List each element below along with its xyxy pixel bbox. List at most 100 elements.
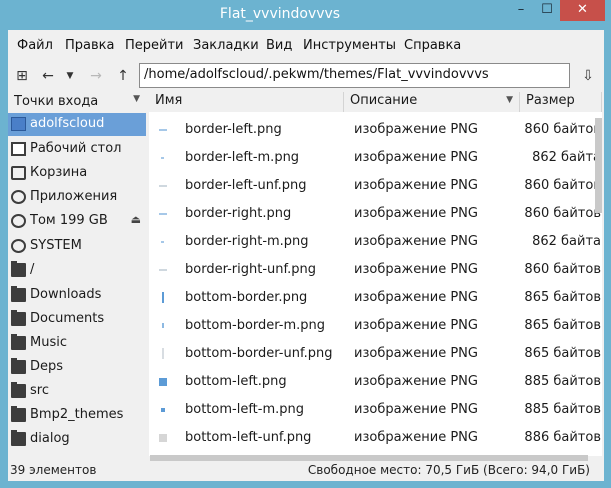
sidebar-item[interactable]: Том 199 GB ⏏ [8, 210, 146, 233]
sidebar-item[interactable]: adolfscloud [8, 113, 146, 136]
file-description: изображение PNG [354, 206, 478, 221]
file-description: изображение PNG [354, 234, 478, 249]
file-name: border-right-m.png [185, 234, 309, 249]
column-size-header[interactable]: Размер [520, 92, 602, 112]
places-header-label: Точки входа [14, 94, 99, 109]
eject-icon[interactable]: ⏏ [131, 213, 141, 226]
menu-bookmarks[interactable]: Закладки [193, 38, 259, 53]
desktop-icon [11, 142, 26, 156]
places-header[interactable]: Точки входа ▼ [11, 92, 146, 112]
file-description: изображение PNG [354, 262, 478, 277]
menu-go[interactable]: Перейти [125, 38, 184, 53]
path-input[interactable]: /home/adolfscloud/.pekwm/themes/Flat_vvv… [139, 63, 570, 88]
png-file-icon [162, 348, 164, 359]
table-row[interactable]: bottom-border-unf.png изображение PNG 865 … [149, 340, 602, 368]
table-row[interactable]: bottom-left.png изображение PNG 885 байтов [149, 368, 602, 396]
png-file-icon [159, 378, 167, 386]
sidebar-item-label: Приложения [30, 189, 118, 204]
file-size: 885 байтов [524, 374, 601, 389]
sidebar-item[interactable]: Корзина [8, 162, 146, 185]
file-size: 862 байта [532, 150, 601, 165]
title-bar[interactable]: Flat_vvvindovvvs – ☐ ✕ [0, 0, 611, 30]
up-icon[interactable]: ↑ [114, 67, 132, 85]
table-row[interactable]: border-left.png изображение PNG 860 байтов [149, 116, 602, 144]
sidebar-item-label: Рабочий стол [30, 141, 122, 156]
history-dropdown-icon[interactable]: ▼ [61, 67, 79, 85]
go-icon[interactable]: ⇩ [579, 67, 597, 85]
window-client-area: Файл Правка Перейти Закладки Вид Инструм… [8, 30, 604, 481]
table-row[interactable]: border-right.png изображение PNG 860 байто… [149, 200, 602, 228]
png-file-icon [161, 157, 164, 159]
column-description-header[interactable]: Описание ▼ [344, 92, 520, 112]
sidebar-item[interactable]: src [8, 380, 146, 403]
menu-help[interactable]: Справка [404, 38, 461, 53]
minimize-button[interactable]: – [508, 0, 534, 21]
png-file-icon [159, 129, 167, 131]
table-row[interactable]: bottom-left-m.png изображение PNG 885 байт… [149, 396, 602, 424]
sidebar-item-label: SYSTEM [30, 238, 82, 253]
sidebar-item[interactable]: / [8, 259, 146, 282]
column-name-header[interactable]: Имя [149, 92, 344, 112]
folder-icon [11, 406, 26, 422]
table-row[interactable]: bottom-border-m.png изображение PNG 865 ба… [149, 312, 602, 340]
sidebar-item[interactable]: Рабочий стол [8, 138, 146, 161]
png-file-icon [162, 292, 164, 303]
sidebar-item-label: Documents [30, 311, 105, 326]
folder-icon [11, 382, 26, 398]
file-list: Имя Описание ▼ Размер border-left.png изо… [149, 92, 602, 456]
menu-view[interactable]: Вид [266, 38, 292, 53]
vertical-scrollbar[interactable] [595, 118, 602, 213]
file-name: bottom-left-m.png [185, 402, 304, 417]
menu-edit[interactable]: Правка [65, 38, 114, 53]
back-icon[interactable]: ← [39, 67, 57, 85]
sidebar-item[interactable]: dialog [8, 428, 146, 451]
file-name: bottom-left.png [185, 374, 287, 389]
trash-icon [11, 166, 26, 180]
close-button[interactable]: ✕ [560, 0, 605, 21]
file-size: 865 байтов [524, 290, 601, 305]
file-description: изображение PNG [354, 402, 478, 417]
file-name: border-right.png [185, 206, 292, 221]
sidebar-item-label: Downloads [30, 287, 102, 302]
sidebar-item-label: adolfscloud [30, 116, 105, 131]
file-size: 885 байтов [524, 402, 601, 417]
sidebar-item-label: Deps [30, 359, 64, 374]
sidebar-item[interactable]: Music [8, 332, 146, 355]
file-manager-window: Flat_vvvindovvvs – ☐ ✕ Файл Правка Перей… [0, 0, 611, 488]
sidebar-item[interactable]: Documents [8, 308, 146, 331]
folder-icon [11, 286, 26, 302]
table-row[interactable]: border-right-unf.png изображение PNG 860 б… [149, 256, 602, 284]
chevron-down-icon[interactable]: ▼ [133, 94, 140, 104]
file-name: border-left-m.png [185, 150, 300, 165]
new-tab-icon[interactable]: ⊞ [13, 67, 31, 85]
sidebar-item-label: src [30, 383, 49, 398]
sidebar-item[interactable]: Приложения [8, 186, 146, 209]
file-name: border-right-unf.png [185, 262, 316, 277]
menu-file[interactable]: Файл [17, 38, 53, 53]
sidebar-item[interactable]: Deps [8, 356, 146, 379]
horizontal-scrollbar[interactable] [150, 455, 588, 461]
table-row[interactable]: bottom-border.png изображение PNG 865 байт… [149, 284, 602, 312]
sidebar-item[interactable]: Bmp2_themes [8, 404, 146, 427]
sidebar-item-label: Корзина [30, 165, 88, 180]
table-row[interactable]: border-left-unf.png изображение PNG 860 ба… [149, 172, 602, 200]
table-row[interactable]: bottom-left-unf.png изображение PNG 886 ба… [149, 424, 602, 452]
sidebar-item[interactable]: SYSTEM [8, 235, 146, 258]
png-file-icon [159, 269, 167, 271]
file-description: изображение PNG [354, 290, 478, 305]
file-name: border-left-unf.png [185, 178, 307, 193]
file-size: 860 байтов [524, 178, 601, 193]
file-size: 886 байтов [524, 430, 601, 445]
free-space: Свободное место: 70,5 ГиБ (Всего: 94,0 Г… [307, 463, 590, 477]
table-row[interactable]: border-left-m.png изображение PNG 862 байт… [149, 144, 602, 172]
file-size: 865 байтов [524, 346, 601, 361]
maximize-button[interactable]: ☐ [534, 0, 560, 21]
places-sidebar: Точки входа ▼ adolfscloud Рабочий стол Кор… [8, 92, 146, 459]
forward-icon[interactable]: → [87, 67, 105, 85]
sidebar-item[interactable]: Downloads [8, 284, 146, 307]
file-name: border-left.png [185, 122, 282, 137]
png-file-icon [161, 408, 165, 412]
menu-tools[interactable]: Инструменты [303, 38, 396, 53]
table-row[interactable]: border-right-m.png изображение PNG 862 бай… [149, 228, 602, 256]
status-bar: 39 элементов Свободное место: 70,5 ГиБ (… [8, 460, 604, 481]
